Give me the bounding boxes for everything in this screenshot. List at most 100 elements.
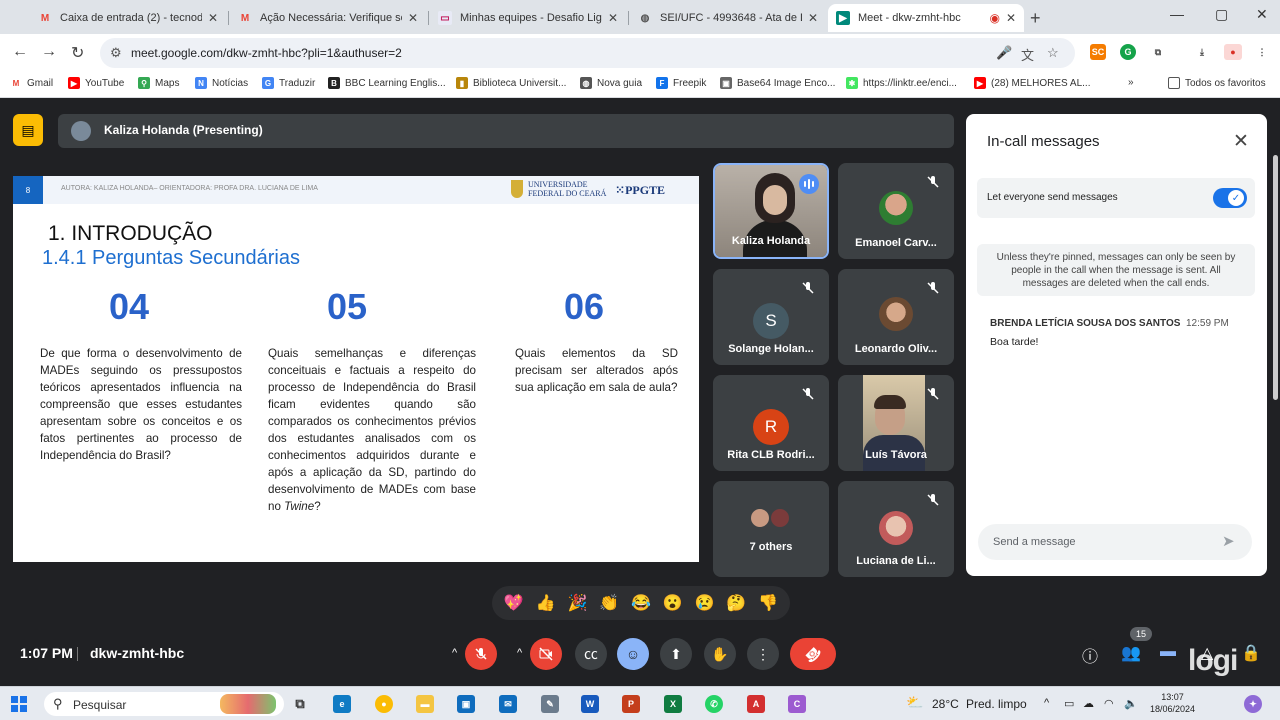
chrome-icon[interactable]: ● [375,695,393,713]
back-button[interactable]: ← [12,43,28,61]
allow-messages-toggle[interactable]: ✓ [1213,188,1247,208]
profile-avatar[interactable]: ● [1224,44,1242,60]
forward-button[interactable]: → [41,43,57,61]
word-icon[interactable]: W [581,695,599,713]
bookmark-bbc[interactable]: B BBC Learning Englis... [328,77,446,89]
reaction-sad-icon[interactable]: 😢 [695,593,715,613]
address-bar[interactable]: ⚙ meet.google.com/dkw-zmht-hbc?pli=1&aut… [100,38,1075,68]
download-icon[interactable]: ⤓ [1194,44,1210,60]
windows-start-icon[interactable] [11,696,27,712]
bookmark-nova-guia[interactable]: ◍ Nova guia [580,77,642,89]
presentation-icon[interactable]: ▤ [13,114,43,146]
translate-icon[interactable]: 文 [1021,45,1034,64]
menu-kebab-icon[interactable]: ⋮ [1254,44,1270,60]
people-icon[interactable]: 👥 [1121,643,1141,663]
tab-gmail-action[interactable]: M Ação Necessária: Verifique se su ✕ [230,4,426,32]
page-scrollbar[interactable] [1273,155,1278,400]
bookmark-melhores[interactable]: ▶ (28) MELHORES AL... [974,77,1090,89]
extension-grammarly-icon[interactable]: G [1120,44,1136,60]
present-screen-button[interactable]: ⬆ [660,638,692,670]
close-window-button[interactable]: ✕ [1256,6,1268,23]
participant-tile[interactable]: Luciana de Li... [838,481,954,577]
reaction-clap-icon[interactable]: 👏 [599,593,619,613]
reaction-thumbs-up-icon[interactable]: 👍 [536,593,556,613]
bookmark-noticias[interactable]: N Notícias [195,77,248,89]
message-input[interactable]: Send a message ➤ [978,524,1252,560]
host-controls-icon[interactable]: 🔒 [1241,643,1261,663]
reaction-laugh-icon[interactable]: 😂 [631,593,651,613]
reaction-surprised-icon[interactable]: 😮 [663,593,683,613]
excel-icon[interactable]: X [664,695,682,713]
task-view-icon[interactable]: ⧉ [291,695,309,713]
bookmark-traduzir[interactable]: G Traduzir [262,77,315,89]
reload-button[interactable]: ↻ [71,43,84,63]
leave-call-button[interactable]: ☎ [790,638,836,670]
close-icon[interactable]: ✕ [208,11,218,25]
whatsapp-icon[interactable]: ✆ [705,695,723,713]
meeting-details-icon[interactable]: ⓘ [1082,643,1098,667]
tab-liga-equipes[interactable]: ▭ Minhas equipes - Desafio Liga / ✕ [430,4,626,32]
others-tile[interactable]: 7 others [713,481,829,577]
tab-gmail-inbox[interactable]: M Caixa de entrada (2) - tecnodo ✕ [30,4,226,32]
acrobat-icon[interactable]: A [747,695,765,713]
volume-icon[interactable]: 🔈 [1124,697,1138,710]
all-bookmarks[interactable]: Todos os favoritos [1168,77,1266,89]
bookmark-biblioteca[interactable]: ▮ Biblioteca Universit... [456,77,566,89]
close-icon[interactable]: ✕ [808,11,818,25]
extension-sc-icon[interactable]: SC [1090,44,1106,60]
microphone-icon[interactable]: 🎤 [996,45,1012,61]
mail-icon[interactable]: ✉ [499,695,517,713]
edge-icon[interactable]: e [333,695,351,713]
bookmarks-overflow-button[interactable]: » [1128,77,1134,88]
show-hidden-icons-chevron-icon[interactable]: ^ [1044,697,1049,709]
copilot-icon[interactable]: ✦ [1244,695,1262,713]
reaction-heart-icon[interactable]: 💖 [504,593,524,613]
weather-icon[interactable]: ⛅ [906,694,923,711]
taskbar-search[interactable]: ⚲ Pesquisar [44,692,284,716]
onedrive-icon[interactable]: ☁ [1083,697,1094,710]
bookmark-linktree[interactable]: ✱ https://linktr.ee/enci... [846,77,957,89]
more-options-button[interactable]: ⋮ [747,638,779,670]
audio-options-chevron-icon[interactable]: ^ [452,647,457,659]
participant-tile[interactable]: Luís Távora [838,375,954,471]
minimize-button[interactable]: — [1170,6,1184,22]
site-info-icon[interactable]: ⚙ [110,45,122,61]
send-icon[interactable]: ➤ [1222,532,1235,550]
close-icon[interactable]: ✕ [408,11,418,25]
system-clock[interactable]: 13:07 18/06/2024 [1150,691,1195,715]
bookmark-youtube[interactable]: ▶ YouTube [68,77,124,89]
video-options-chevron-icon[interactable]: ^ [517,647,522,659]
bookmark-gmail[interactable]: M Gmail [10,77,53,89]
participant-tile[interactable]: S Solange Holan... [713,269,829,365]
new-tab-button[interactable]: + [1030,8,1041,29]
bookmark-star-icon[interactable]: ☆ [1047,45,1059,61]
chat-icon[interactable]: ▬ [1160,643,1176,661]
participant-tile[interactable]: Kaliza Holanda [713,163,829,259]
participant-tile[interactable]: Leonardo Oliv... [838,269,954,365]
reaction-party-icon[interactable]: 🎉 [567,593,587,613]
store-icon[interactable]: ▣ [457,695,475,713]
mic-off-button[interactable] [465,638,497,670]
participant-tile[interactable]: Emanoel Carv... [838,163,954,259]
tab-sei-ufc[interactable]: ◍ SEI/UFC - 4993648 - Ata de Def ✕ [630,4,826,32]
canva-icon[interactable]: C [788,695,806,713]
close-icon[interactable]: ✕ [1006,11,1016,25]
extensions-puzzle-icon[interactable]: ⧉ [1150,44,1166,60]
tab-meet[interactable]: ▶ Meet - dkw-zmht-hbc ◉ ✕ [828,4,1024,32]
powerpoint-icon[interactable]: P [622,695,640,713]
close-panel-button[interactable]: ✕ [1233,130,1249,153]
close-icon[interactable]: ✕ [608,11,618,25]
maximize-button[interactable]: ▢ [1215,6,1228,23]
reaction-thinking-icon[interactable]: 🤔 [726,593,746,613]
raise-hand-button[interactable]: ✋ [704,638,736,670]
battery-icon[interactable]: ▭ [1064,697,1074,710]
reaction-thumbs-down-icon[interactable]: 👎 [758,593,778,613]
bookmark-maps[interactable]: ⚲ Maps [138,77,179,89]
bookmark-base64[interactable]: ▣ Base64 Image Enco... [720,77,835,89]
wifi-icon[interactable]: ◠ [1104,697,1114,710]
notepad-icon[interactable]: ✎ [541,695,559,713]
file-explorer-icon[interactable]: ▬ [416,695,434,713]
participant-tile[interactable]: R Rita CLB Rodri... [713,375,829,471]
camera-off-button[interactable] [530,638,562,670]
captions-button[interactable]: ㏄ [575,638,607,670]
